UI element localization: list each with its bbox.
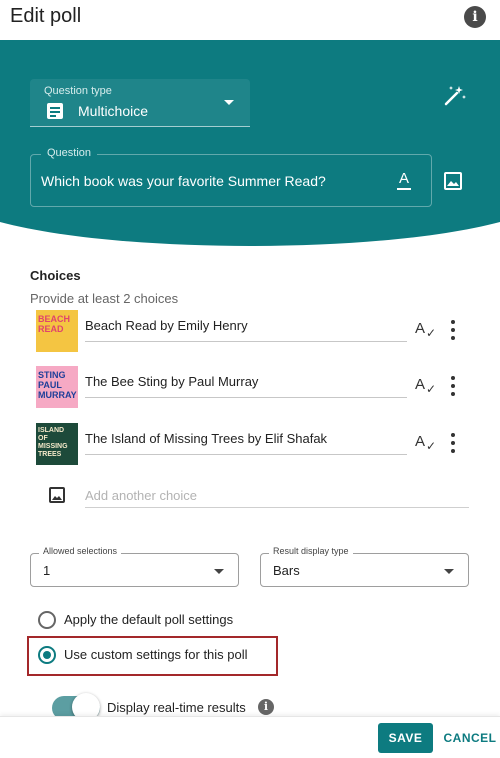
dialog-title: Edit poll: [10, 5, 82, 27]
choices-heading: Choices: [30, 268, 81, 283]
more-vert-icon[interactable]: [448, 318, 458, 342]
add-image-icon[interactable]: [49, 487, 65, 503]
question-type-value: Multichoice: [78, 103, 149, 119]
book-cover-image: BEACH READ: [36, 310, 78, 352]
dialog-header: Edit poll i: [0, 0, 500, 40]
choices-hint: Provide at least 2 choices: [30, 291, 179, 306]
custom-settings-option[interactable]: Use custom settings for this poll: [38, 645, 278, 665]
magic-wand-icon[interactable]: [440, 82, 468, 110]
chevron-down-icon: [214, 569, 224, 574]
question-field[interactable]: Question Which book was your favorite Su…: [30, 147, 432, 207]
default-settings-label: Apply the default poll settings: [64, 612, 234, 627]
realtime-results-label: Display real-time results: [107, 700, 246, 715]
chevron-down-icon: [224, 100, 234, 105]
book-cover-image: ISLAND OF MISSING TREES: [36, 423, 78, 465]
more-vert-icon[interactable]: [448, 431, 458, 455]
allowed-selections-select[interactable]: Allowed selections 1: [30, 546, 239, 587]
choice-item: BEACH READ Beach Read by Emily Henry A ✓: [36, 310, 476, 354]
question-image-icon[interactable]: [444, 172, 462, 190]
text-format-icon[interactable]: A: [395, 170, 413, 190]
info-icon[interactable]: i: [258, 699, 274, 715]
info-icon[interactable]: i: [464, 6, 486, 28]
choice-input[interactable]: The Bee Sting by Paul Murray: [85, 374, 407, 398]
cancel-button[interactable]: CANCEL: [443, 723, 497, 753]
allowed-selections-label: Allowed selections: [39, 546, 122, 556]
poll-list-icon: [47, 103, 63, 119]
question-type-select[interactable]: Question type Multichoice: [30, 79, 250, 127]
chevron-down-icon: [444, 569, 454, 574]
add-choice-input[interactable]: Add another choice: [85, 488, 469, 508]
save-button[interactable]: SAVE: [378, 723, 433, 753]
book-cover-image: STING PAUL MURRAY: [36, 366, 78, 408]
choice-item: ISLAND OF MISSING TREES The Island of Missi…: [36, 423, 476, 467]
result-display-value: Bars: [273, 563, 300, 578]
radio-button-selected[interactable]: [38, 646, 56, 664]
choice-item: STING PAUL MURRAY The Bee Sting by Paul Mu…: [36, 366, 476, 410]
radio-button[interactable]: [38, 611, 56, 629]
question-input[interactable]: Which book was your favorite Summer Read…: [41, 173, 326, 189]
result-display-label: Result display type: [269, 546, 353, 556]
spellcheck-icon[interactable]: A ✓: [415, 376, 437, 398]
allowed-selections-value: 1: [43, 563, 51, 578]
spellcheck-icon[interactable]: A ✓: [415, 433, 437, 455]
spellcheck-icon[interactable]: A ✓: [415, 320, 437, 342]
default-settings-option[interactable]: Apply the default poll settings: [38, 610, 278, 630]
choice-input[interactable]: Beach Read by Emily Henry: [85, 318, 407, 342]
custom-settings-label: Use custom settings for this poll: [64, 647, 248, 662]
choice-input[interactable]: The Island of Missing Trees by Elif Shaf…: [85, 431, 407, 455]
result-display-select[interactable]: Result display type Bars: [260, 546, 469, 587]
more-vert-icon[interactable]: [448, 374, 458, 398]
question-type-label: Question type: [44, 85, 112, 97]
question-label: Question: [41, 147, 98, 159]
